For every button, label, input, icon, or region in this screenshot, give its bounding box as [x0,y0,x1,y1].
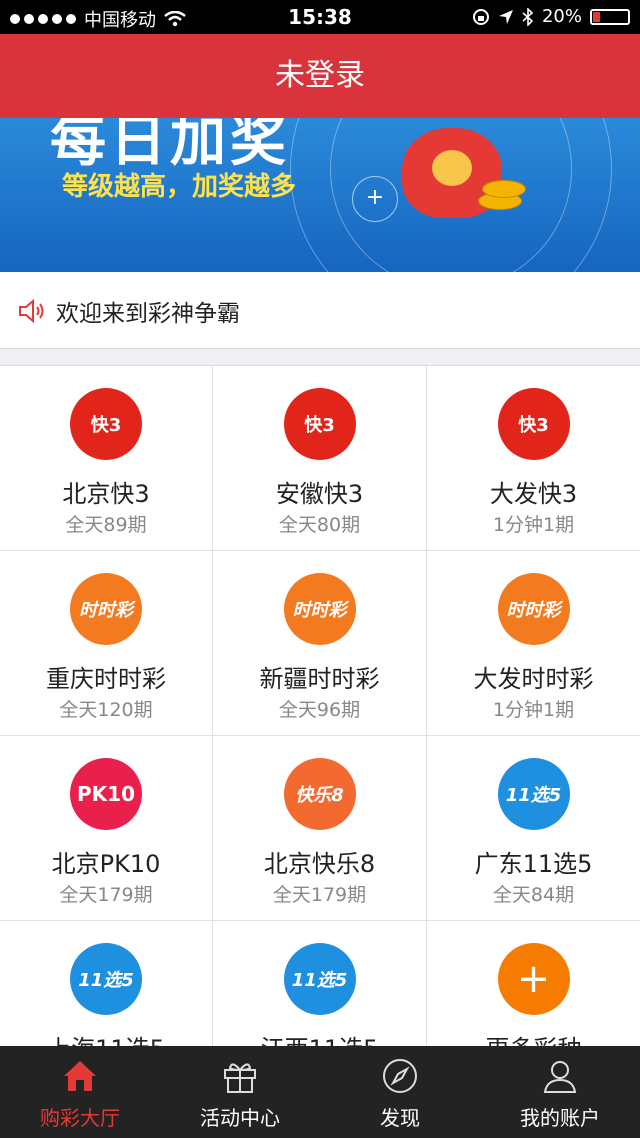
game-schedule: 1分钟1期 [492,514,575,536]
game-grid: 快3 北京快3 全天89期 快3 安徽快3 全天80期 快3 大发快3 1分钟1… [0,366,640,1106]
game-schedule: 全天89期 [65,514,147,536]
status-bar: 中国移动 15:38 20% [0,0,640,34]
tab-lottery-hall[interactable]: 购彩大厅 [0,1046,160,1138]
tab-my-account[interactable]: 我的账户 [480,1046,640,1138]
plus-icon: + [497,943,570,1015]
game-schedule: 全天179期 [272,884,367,906]
home-icon [64,1061,96,1091]
location-icon [498,9,513,24]
user-icon [543,1061,577,1093]
tab-label: 我的账户 [520,1106,600,1130]
game-name: 大发快3 [489,480,578,508]
tab-label: 发现 [380,1106,420,1130]
game-tile[interactable]: 时时彩 新疆时时彩 全天96期 [213,551,427,736]
tab-label: 活动中心 [200,1106,280,1130]
section-divider [0,349,640,366]
game-tile[interactable]: 时时彩 大发时时彩 1分钟1期 [427,551,640,736]
game-name: 广东11选5 [474,850,593,878]
game-name: 重庆时时彩 [46,665,166,693]
bluetooth-icon [522,7,534,26]
game-name: 大发时时彩 [473,665,594,693]
kuaile8-logo-icon: 快乐8 [283,758,356,830]
battery-icon [590,8,630,25]
promo-banner[interactable]: 每日加奖 等级越高，加奖越多 + [0,118,640,272]
notice-bar[interactable]: 欢迎来到彩神争霸 [0,272,640,349]
banner-subtitle: 等级越高，加奖越多 [62,172,297,202]
tab-discover[interactable]: 发现 [320,1046,480,1138]
tab-label: 购彩大厅 [40,1106,120,1130]
banner-plus-icon: + [352,176,398,222]
rotation-lock-icon [472,8,489,25]
game-name: 安徽快3 [275,480,364,508]
shishicai-logo-icon: 时时彩 [283,573,356,645]
tab-activity-center[interactable]: 活动中心 [160,1046,320,1138]
11x5-logo-icon: 11选5 [283,943,356,1015]
11x5-logo-icon: 11选5 [70,943,142,1015]
game-name: 北京快乐8 [263,850,376,878]
game-tile[interactable]: PK10 北京PK10 全天179期 [0,736,213,921]
kuai3-logo-icon: 快3 [283,388,356,460]
game-schedule: 全天96期 [278,699,361,721]
page-title: 未登录 [0,34,640,118]
coin-icon [482,180,526,198]
game-schedule: 全天120期 [59,699,153,721]
compass-icon [383,1059,417,1093]
game-tile[interactable]: 快3 安徽快3 全天80期 [213,366,427,551]
speaker-icon [19,299,44,323]
game-name: 新疆时时彩 [259,665,380,693]
game-schedule: 全天179期 [59,884,153,906]
notice-text: 欢迎来到彩神争霸 [56,301,240,327]
game-tile[interactable]: 时时彩 重庆时时彩 全天120期 [0,551,213,736]
gift-icon [224,1063,256,1093]
game-name: 北京快3 [62,480,150,508]
game-schedule: 全天80期 [278,514,361,536]
game-schedule: 1分钟1期 [492,699,575,721]
bottom-tab-bar: 购彩大厅 活动中心 发现 我的账户 [0,1046,640,1138]
game-tile[interactable]: 快3 北京快3 全天89期 [0,366,213,551]
battery-percent: 20% [541,6,582,27]
game-schedule: 全天84期 [492,884,575,906]
kuai3-logo-icon: 快3 [70,388,142,460]
kuai3-logo-icon: 快3 [497,388,570,460]
11x5-logo-icon: 11选5 [497,758,570,830]
status-right: 20% [472,6,630,27]
game-tile[interactable]: 快乐8 北京快乐8 全天179期 [213,736,427,921]
pk10-logo-icon: PK10 [70,758,142,830]
shishicai-logo-icon: 时时彩 [497,573,570,645]
game-tile[interactable]: 快3 大发快3 1分钟1期 [427,366,640,551]
game-tile[interactable]: 11选5 广东11选5 全天84期 [427,736,640,921]
shishicai-logo-icon: 时时彩 [70,573,142,645]
game-name: 北京PK10 [51,850,161,878]
